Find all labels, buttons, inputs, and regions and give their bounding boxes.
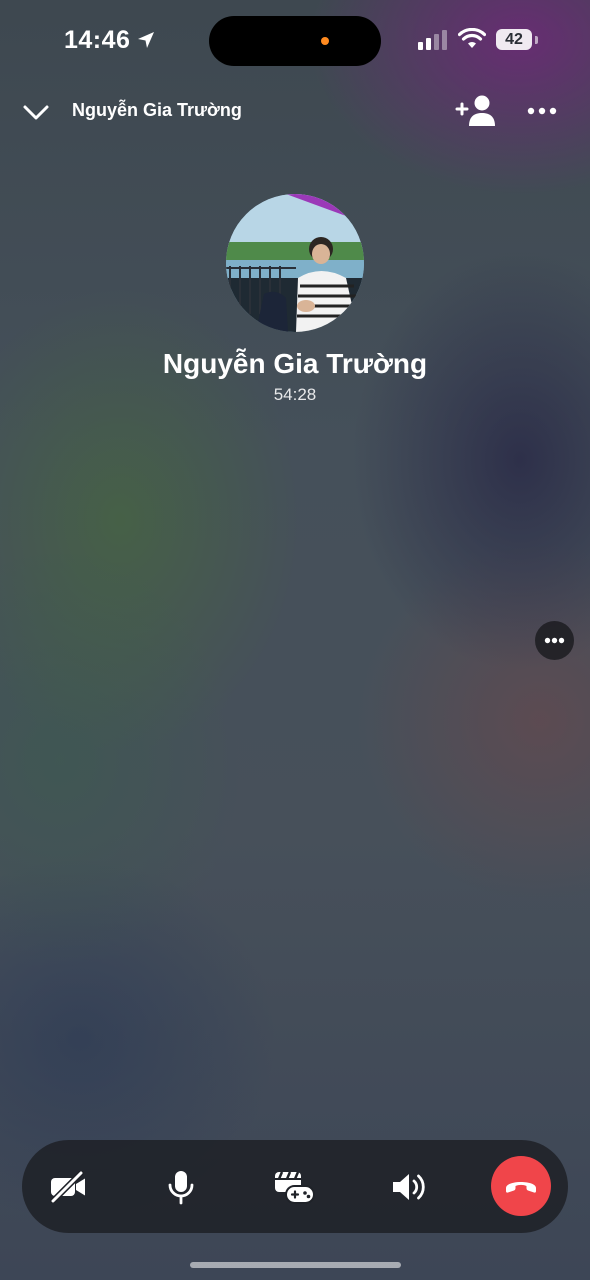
home-indicator[interactable] [190,1262,401,1268]
battery-nub [535,36,538,44]
signal-icon [418,30,447,50]
more-icon [544,637,565,644]
more-icon[interactable] [524,98,560,124]
effects-games-icon [275,1171,315,1204]
add-person-icon[interactable] [454,94,496,128]
chevron-down-icon[interactable] [20,96,52,128]
effects-button[interactable] [269,1162,319,1212]
location-arrow-icon [138,32,154,48]
speaker-button[interactable] [384,1162,434,1212]
battery-icon: 42 [496,29,532,50]
speaker-icon [393,1174,425,1200]
mute-button[interactable] [156,1162,206,1212]
recording-indicator [321,37,329,45]
status-bar: 14:46 42 [0,0,590,80]
call-duration: 54:28 [273,385,317,404]
status-time: 14:46 [64,26,131,54]
wifi-icon [458,28,486,48]
call-control-bar [22,1140,568,1233]
end-call-button[interactable] [491,1156,551,1216]
dynamic-island [209,16,381,66]
caller-name: Nguyễn Gia Trường [162,348,428,379]
side-more-button[interactable] [535,621,574,660]
header-title: Nguyễn Gia Trường [72,100,242,120]
caller-avatar [226,194,364,332]
end-call-icon [506,1182,536,1193]
camera-toggle-button[interactable] [43,1162,93,1212]
microphone-icon [168,1171,194,1205]
video-off-icon [50,1171,85,1203]
